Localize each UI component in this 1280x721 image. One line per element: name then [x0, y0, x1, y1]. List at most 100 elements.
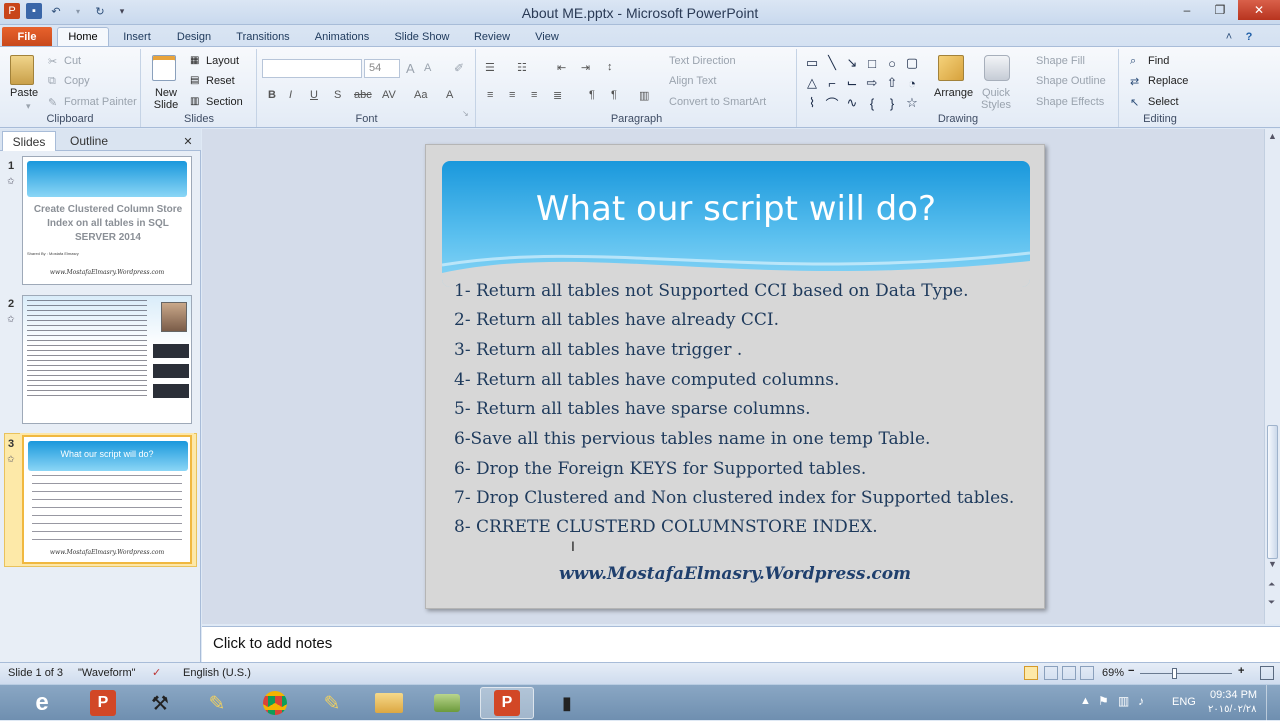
cut-icon[interactable]: ✂ [48, 55, 57, 68]
zoom-out-icon[interactable]: − [1128, 665, 1134, 677]
callout-shape-icon[interactable]: ◔ [904, 75, 920, 91]
grow-font-icon[interactable]: A [406, 61, 415, 76]
spelling-icon[interactable]: ✓ [152, 666, 161, 679]
minimize-ribbon-icon[interactable]: ˄ [1222, 27, 1236, 46]
replace-icon[interactable]: ⇄ [1130, 75, 1139, 88]
normal-view-icon[interactable] [1024, 666, 1038, 680]
strikethrough-icon[interactable]: abc [354, 89, 372, 101]
tab-insert[interactable]: Insert [118, 27, 156, 46]
font-color-icon[interactable]: A [446, 89, 453, 101]
zoom-in-icon[interactable]: + [1238, 665, 1244, 677]
language-indicator[interactable]: English (U.S.) [183, 667, 251, 679]
ltr-icon[interactable]: ¶ [611, 89, 617, 101]
align-right-icon[interactable]: ≡ [531, 89, 537, 101]
find-icon[interactable]: ⌕ [1130, 55, 1136, 68]
character-spacing-icon[interactable]: AV [382, 89, 396, 101]
right-arrow-shape-icon[interactable]: ⇨ [864, 75, 880, 91]
arrange-icon[interactable] [938, 55, 964, 81]
volume-icon[interactable]: ♪ [1138, 694, 1144, 708]
copy-button[interactable]: Copy [64, 75, 90, 87]
increase-indent-icon[interactable]: ⇥ [581, 61, 590, 74]
tab-file[interactable]: File [2, 27, 52, 46]
bullet-item[interactable]: 8- CRRETE CLUSTERD COLUMNSTORE INDEX. [454, 517, 878, 537]
theme-name[interactable]: "Waveform" [78, 667, 136, 679]
explorer-taskbar-icon[interactable] [362, 687, 416, 719]
italic-icon[interactable]: I [289, 89, 292, 101]
shrink-font-icon[interactable]: A [424, 62, 431, 74]
powerpoint-active-taskbar-icon[interactable]: P [480, 687, 534, 719]
columns-icon[interactable]: ▥ [639, 89, 649, 102]
change-case-icon[interactable]: Aa [414, 89, 427, 101]
zoom-slider[interactable] [1140, 673, 1232, 674]
align-text-button[interactable]: Align Text [669, 75, 717, 87]
numbering-icon[interactable]: ☷ [517, 61, 527, 74]
section-icon[interactable]: ▥ [190, 96, 199, 107]
tab-outline-pane[interactable]: Outline [58, 131, 120, 151]
vertical-scrollbar[interactable]: ▲ ▼ ⏶ ⏷ [1264, 129, 1280, 624]
decrease-indent-icon[interactable]: ⇤ [557, 61, 566, 74]
bullet-item[interactable]: 7- Drop Clustered and Non clustered inde… [454, 488, 1014, 508]
ssms-taskbar-icon[interactable]: ✎ [190, 687, 244, 719]
layout-icon[interactable]: ▦ [190, 55, 199, 66]
clock-time[interactable]: 09:34 PM [1210, 689, 1257, 701]
section-button[interactable]: Section [206, 96, 243, 108]
scroll-thumb[interactable] [1267, 425, 1278, 559]
cut-button[interactable]: Cut [64, 55, 81, 67]
minimize-button[interactable]: – [1172, 0, 1202, 20]
slide-thumbnail-2[interactable] [22, 295, 192, 424]
shadow-icon[interactable]: S [334, 89, 341, 101]
bullet-item[interactable]: 3- Return all tables have trigger . [454, 340, 742, 360]
network-icon[interactable]: ▥ [1118, 694, 1129, 708]
arc-shape-icon[interactable]: ⌒ [824, 95, 840, 112]
zoom-level[interactable]: 69% [1102, 667, 1124, 679]
oval-shape-icon[interactable]: ○ [884, 55, 900, 71]
freeform-shape-icon[interactable]: ⌇ [804, 95, 820, 111]
right-brace-shape-icon[interactable]: } [884, 95, 900, 111]
left-brace-shape-icon[interactable]: { [864, 95, 880, 111]
fit-to-window-icon[interactable] [1260, 666, 1274, 680]
tab-slide-show[interactable]: Slide Show [392, 27, 452, 46]
close-button[interactable]: ✕ [1238, 0, 1280, 20]
zoom-slider-thumb[interactable] [1172, 668, 1177, 679]
notes-pane[interactable]: Click to add notes [202, 626, 1280, 662]
line-spacing-icon[interactable]: ↕ [607, 61, 613, 73]
tab-animations[interactable]: Animations [310, 27, 374, 46]
tab-design[interactable]: Design [172, 27, 216, 46]
recorder-taskbar-icon[interactable]: ▮ [540, 687, 594, 719]
triangle-shape-icon[interactable]: △ [804, 75, 820, 91]
slide-url[interactable]: www.MostafaElmasry.Wordpress.com [426, 564, 1044, 584]
slide-show-icon[interactable] [1080, 666, 1094, 680]
tab-review[interactable]: Review [470, 27, 514, 46]
shape-fill-button[interactable]: Shape Fill [1036, 55, 1085, 67]
rounded-rect-shape-icon[interactable]: ▢ [904, 55, 920, 71]
chrome-taskbar-icon[interactable] [248, 687, 302, 719]
format-painter-icon[interactable]: ✎ [48, 96, 57, 109]
tab-slides-pane[interactable]: Slides [2, 131, 56, 151]
underline-icon[interactable]: U [310, 89, 318, 101]
bullet-item[interactable]: 1- Return all tables not Supported CCI b… [454, 281, 969, 301]
flag-icon[interactable]: ⚑ [1098, 694, 1109, 708]
replace-button[interactable]: Replace [1148, 75, 1188, 87]
elbow-arrow-shape-icon[interactable]: ⌙ [844, 75, 860, 91]
shape-outline-button[interactable]: Shape Outline [1036, 75, 1106, 87]
font-name-box[interactable] [262, 59, 362, 78]
shape-effects-button[interactable]: Shape Effects [1036, 96, 1104, 108]
paste-dropdown-icon[interactable]: ▾ [26, 101, 31, 112]
app-taskbar-icon[interactable] [420, 687, 474, 719]
find-button[interactable]: Find [1148, 55, 1169, 67]
arrange-button[interactable]: Arrange [934, 87, 973, 99]
layout-button[interactable]: Layout [206, 55, 239, 67]
copy-icon[interactable]: ⧉ [48, 75, 56, 88]
reading-view-icon[interactable] [1062, 666, 1076, 680]
clock-date[interactable]: ٢٠١٥/٠٢/٢٨ [1208, 704, 1257, 715]
reset-icon[interactable]: ▤ [190, 75, 199, 86]
close-pane-icon[interactable]: ✕ [180, 131, 196, 151]
slide-thumbnail-1[interactable]: Create Clustered Column Store Index on a… [22, 156, 192, 285]
curve-shape-icon[interactable]: ∿ [844, 95, 860, 111]
select-icon[interactable]: ↖ [1130, 96, 1139, 109]
bold-icon[interactable]: B [268, 89, 276, 101]
current-slide[interactable]: What our script will do? 1- Return all t… [425, 144, 1045, 609]
notes-placeholder[interactable]: Click to add notes [213, 635, 332, 652]
help-icon[interactable]: ? [1242, 27, 1256, 46]
rtl-icon[interactable]: ¶ [589, 89, 595, 101]
